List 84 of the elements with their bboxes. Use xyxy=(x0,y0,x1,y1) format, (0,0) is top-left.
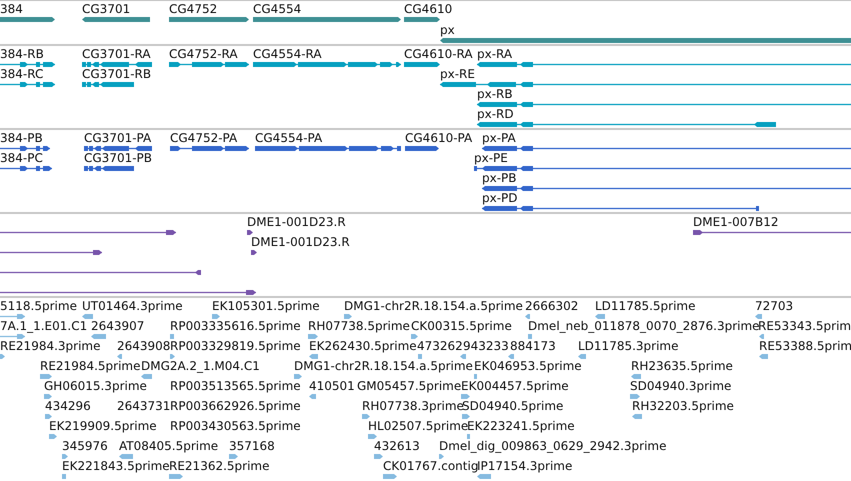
est-label: Dmel_dig_009863_0629_2942.3prime xyxy=(439,440,667,453)
clone-label: DME1-007B12 xyxy=(693,216,779,229)
protein-label: 384-PB xyxy=(0,132,43,145)
protein-label: CG4752-PA xyxy=(170,132,238,145)
protein-label: 384-PC xyxy=(0,152,43,165)
gene-label: CG4610 xyxy=(404,3,452,16)
est-label: RH32203.5prime xyxy=(632,400,734,413)
transcript-label: px-RA xyxy=(477,48,512,61)
est-label: 2643907 xyxy=(91,320,144,333)
est-label: RE21984.5prime xyxy=(40,360,140,373)
est-label: 2643908 xyxy=(117,340,170,353)
est-label: SD04940.3prime xyxy=(630,380,732,393)
protein-label: px-PB xyxy=(482,172,517,185)
est-label: DMG1-chr2R.18.154.a.5prime xyxy=(344,300,523,313)
est-label: SD04940.5prime xyxy=(462,400,564,413)
est-label: EK221843.5prime xyxy=(62,460,170,473)
est-label: EK223241.5prime xyxy=(467,420,575,433)
transcript-label: px-RD xyxy=(477,108,514,121)
est-label: RE53343.5prim xyxy=(758,320,851,333)
est-label: 884173 xyxy=(510,340,556,353)
est-label: IP17154.3prime xyxy=(477,460,572,473)
est-label: RE21984.3prime xyxy=(0,340,100,353)
est-label: RE53388.5prim xyxy=(759,340,851,353)
est-label: HL02507.5prime xyxy=(368,420,468,433)
est-label: 345976 xyxy=(62,440,108,453)
est-label: EK046953.5prime xyxy=(474,360,582,373)
protein-label: CG3701-PB xyxy=(84,152,152,165)
transcript-label: CG3701-RB xyxy=(82,68,152,81)
transcript-label: px-RE xyxy=(440,68,475,81)
protein-label: CG4554-PA xyxy=(255,132,322,145)
clone-label: DME1-001D23.R xyxy=(247,216,346,229)
transcript-label: 384-RB xyxy=(0,48,44,61)
protein-label: CG4610-PA xyxy=(405,132,472,145)
protein-label: CG3701-PA xyxy=(84,132,152,145)
transcript-label: px-RB xyxy=(477,88,513,101)
est-label: 434296 xyxy=(45,400,91,413)
transcript-label: CG4752-RA xyxy=(169,48,238,61)
est-label: 432613 xyxy=(374,440,420,453)
est-label: AT08405.5prime xyxy=(119,440,218,453)
est-label: 5118.5prime xyxy=(0,300,77,313)
est-label: RE21362.5prime xyxy=(169,460,270,473)
est-label: DMG1-chr2R.18.154.a.5prime xyxy=(294,360,473,373)
est-label: RP003513565.5prime xyxy=(170,380,301,393)
est-label: RP003335616.5prime xyxy=(170,320,301,333)
est-label: UT01464.3prime xyxy=(82,300,183,313)
transcript-label: 384-RC xyxy=(0,68,44,81)
est-label: 7A.1_1.E01.C1 xyxy=(0,320,88,333)
clone-label: DME1-001D23.R xyxy=(251,236,350,249)
gene-label: px xyxy=(440,24,455,37)
est-label: EK105301.5prime xyxy=(212,300,320,313)
est-label: GH06015.3prime xyxy=(44,380,147,393)
est-label: EK262430.5prime xyxy=(309,340,417,353)
est-label: DMG2A.2_1.M04.C1 xyxy=(141,360,260,373)
est-label: Dmel_neb_011878_0070_2876.3prime xyxy=(528,320,760,333)
protein-label: px-PA xyxy=(482,132,516,145)
gene-label: CG4752 xyxy=(169,3,218,16)
gene-label: CG4554 xyxy=(253,3,302,16)
gene-label: CG3701 xyxy=(82,3,130,16)
protein-label: px-PD xyxy=(482,192,518,205)
gene-label: 384 xyxy=(0,3,23,16)
est-label: RP003662926.5prime xyxy=(170,400,301,413)
est-label: CK00315.5prime xyxy=(411,320,512,333)
est-label: 943233 xyxy=(463,340,509,353)
est-label: RH07738.5prime xyxy=(308,320,410,333)
est-label: EK219909.5prime xyxy=(49,420,157,433)
transcript-label: CG4610-RA xyxy=(404,48,473,61)
est-label: GM05457.5prime xyxy=(357,380,462,393)
est-label: 473262 xyxy=(417,340,463,353)
est-label: 72703 xyxy=(755,300,794,313)
est-label: CK01767.contig xyxy=(383,460,478,473)
protein-label: px-PE xyxy=(474,152,508,165)
transcript-label: CG4554-RA xyxy=(253,48,322,61)
est-label: RP003430563.5prime xyxy=(170,420,301,433)
est-label: RH07738.3prime xyxy=(362,400,464,413)
est-label: RH23635.5prime xyxy=(631,360,733,373)
transcript-label: CG3701-RA xyxy=(82,48,151,61)
est-label: LD11785.5prime xyxy=(595,300,696,313)
est-label: EK004457.5prime xyxy=(461,380,569,393)
est-label: 410501 xyxy=(309,380,355,393)
est-label: RP003329819.5prime xyxy=(170,340,301,353)
est-label: 2666302 xyxy=(525,300,578,313)
est-label: LD11785.3prime xyxy=(578,340,679,353)
est-label: 2643731 xyxy=(117,400,170,413)
est-label: 357168 xyxy=(229,440,275,453)
